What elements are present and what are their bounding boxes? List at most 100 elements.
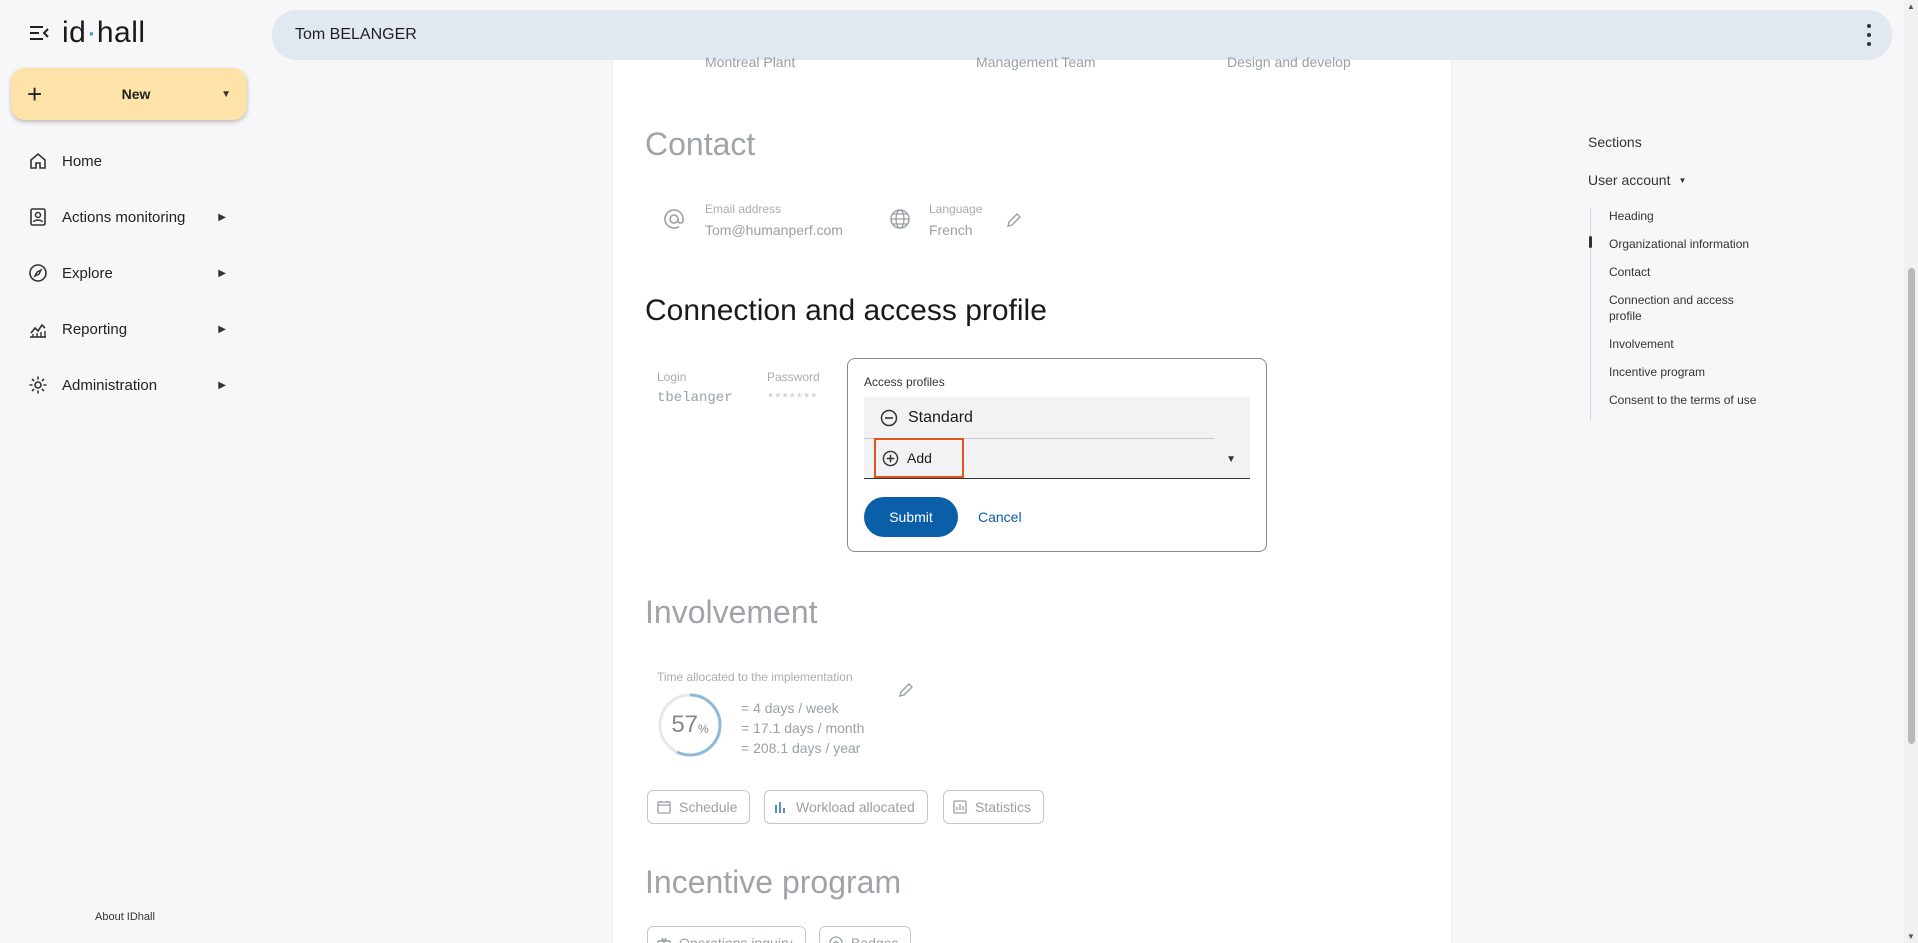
gift-icon bbox=[657, 936, 671, 943]
workload-allocated-label: Workload allocated bbox=[796, 799, 915, 815]
add-profile-label: Add bbox=[907, 450, 932, 466]
sidebar-item-label: Explore bbox=[62, 264, 113, 282]
badges-label: Badges bbox=[851, 935, 899, 943]
percentage-unit: % bbox=[698, 722, 709, 736]
chart-icon bbox=[26, 317, 50, 341]
user-account-dropdown[interactable]: User account ▼ bbox=[1588, 172, 1686, 188]
sidebar-item-label: Administration bbox=[62, 376, 158, 394]
caret-right-icon: ▶ bbox=[218, 211, 226, 223]
schedule-button[interactable]: Schedule bbox=[647, 790, 751, 824]
profile-name: Standard bbox=[908, 409, 973, 426]
incentive-title: Incentive program bbox=[645, 864, 902, 900]
new-button[interactable]: + New ▼ bbox=[11, 68, 247, 120]
sidebar-item-reporting[interactable]: Reporting ▶ bbox=[26, 314, 226, 344]
scroll-down-icon[interactable]: ▼ bbox=[1907, 932, 1915, 941]
operations-inquiry-label: Operations inquiry bbox=[679, 935, 793, 943]
sidebar-item-home[interactable]: Home bbox=[26, 146, 226, 176]
toc-item-consent[interactable]: Consent to the terms of use bbox=[1609, 392, 1766, 408]
workload-allocated-button[interactable]: Workload allocated bbox=[764, 790, 928, 824]
toc-item-incentive-program[interactable]: Incentive program bbox=[1609, 364, 1766, 380]
sidebar-item-label: Actions monitoring bbox=[62, 208, 186, 226]
sections-toc: Heading Organizational information Conta… bbox=[1589, 208, 1766, 420]
sidebar-item-label: Reporting bbox=[62, 320, 128, 338]
badge-icon bbox=[829, 936, 843, 943]
clipboard-user-icon bbox=[26, 205, 50, 229]
more-options-icon[interactable] bbox=[1866, 24, 1872, 46]
compass-icon bbox=[26, 261, 50, 285]
calendar-icon bbox=[657, 800, 671, 814]
toc-item-contact[interactable]: Contact bbox=[1609, 264, 1766, 280]
days-per-year: = 208.1 days / year bbox=[741, 740, 861, 756]
scroll-up-icon[interactable]: ▲ bbox=[1907, 2, 1915, 11]
globe-icon bbox=[889, 208, 911, 235]
edit-language-icon[interactable] bbox=[1006, 212, 1022, 233]
statistics-label: Statistics bbox=[975, 799, 1032, 815]
sidebar-item-explore[interactable]: Explore ▶ bbox=[26, 258, 226, 288]
add-circle-icon bbox=[882, 450, 899, 467]
logo-row: id·hall bbox=[28, 18, 146, 48]
submit-button[interactable]: Submit bbox=[864, 497, 958, 537]
caret-right-icon: ▶ bbox=[218, 323, 226, 335]
home-icon bbox=[26, 149, 50, 173]
caret-right-icon: ▶ bbox=[218, 379, 226, 391]
toc-item-organizational-information[interactable]: Organizational information bbox=[1589, 236, 1766, 252]
password-label: Password bbox=[767, 370, 820, 384]
main-content: Montreal Plant Management Team Design an… bbox=[612, 54, 1452, 943]
language-label: Language bbox=[929, 202, 983, 216]
access-profiles-field: Standard Add ▼ bbox=[864, 397, 1250, 479]
profile-item: Standard bbox=[880, 409, 973, 427]
email-label: Email address bbox=[705, 202, 782, 216]
edit-involvement-icon[interactable] bbox=[898, 682, 914, 703]
at-icon bbox=[663, 208, 685, 235]
sections-panel: Sections User account ▼ Heading Organiza… bbox=[1588, 134, 1768, 420]
days-per-month: = 17.1 days / month bbox=[741, 720, 865, 736]
caret-down-icon: ▼ bbox=[221, 88, 231, 100]
operations-inquiry-button[interactable]: Operations inquiry bbox=[647, 926, 806, 943]
sections-title: Sections bbox=[1588, 134, 1642, 150]
app-logo[interactable]: id·hall bbox=[62, 18, 146, 48]
sidebar-item-administration[interactable]: Administration ▶ bbox=[26, 370, 226, 400]
about-link[interactable]: About IDhall bbox=[95, 911, 155, 923]
access-profiles-editor: Access profiles Standard Add ▼ Submit Ca… bbox=[847, 358, 1267, 552]
time-allocated-label: Time allocated to the implementation bbox=[657, 670, 853, 684]
language-value: French bbox=[929, 222, 973, 238]
login-value: tbelanger bbox=[657, 390, 733, 406]
remove-circle-icon[interactable] bbox=[880, 409, 898, 427]
org-site: Montreal Plant bbox=[705, 54, 796, 70]
password-value: ******* bbox=[767, 392, 818, 406]
scrollbar[interactable]: ▲ ▼ bbox=[1904, 0, 1918, 943]
page-title: Tom BELANGER bbox=[295, 26, 417, 43]
involvement-title: Involvement bbox=[645, 594, 818, 630]
connection-title: Connection and access profile bbox=[645, 294, 1047, 327]
toc-item-involvement[interactable]: Involvement bbox=[1609, 336, 1766, 352]
bar-chart-icon bbox=[774, 800, 788, 814]
login-label: Login bbox=[657, 370, 687, 384]
days-per-week: = 4 days / week bbox=[741, 700, 839, 716]
sidebar: id·hall + New ▼ Home Actions monitoring … bbox=[0, 0, 258, 943]
percentage-number: 57 bbox=[671, 711, 699, 738]
cancel-button[interactable]: Cancel bbox=[978, 509, 1022, 525]
caret-down-icon: ▼ bbox=[1678, 175, 1687, 185]
badges-button[interactable]: Badges bbox=[819, 926, 912, 943]
statistics-button[interactable]: Statistics bbox=[943, 790, 1045, 824]
statistics-icon bbox=[953, 800, 967, 814]
new-button-label: New bbox=[121, 86, 151, 102]
scroll-thumb[interactable] bbox=[1908, 268, 1915, 744]
toc-item-heading[interactable]: Heading bbox=[1609, 208, 1766, 224]
org-team: Management Team bbox=[976, 54, 1096, 70]
header-bar: Tom BELANGER bbox=[272, 10, 1892, 60]
org-role: Design and develop bbox=[1227, 54, 1351, 70]
dropdown-caret-icon[interactable]: ▼ bbox=[1226, 454, 1236, 465]
collapse-menu-icon[interactable] bbox=[28, 22, 50, 44]
gear-icon bbox=[26, 373, 50, 397]
schedule-label: Schedule bbox=[679, 799, 738, 815]
email-value: Tom@humanperf.com bbox=[705, 222, 843, 238]
percentage-value: 57% bbox=[657, 692, 723, 758]
add-profile-button[interactable]: Add bbox=[874, 438, 964, 478]
sidebar-item-actions-monitoring[interactable]: Actions monitoring ▶ bbox=[26, 202, 226, 232]
toc-item-connection[interactable]: Connection and access profile bbox=[1609, 292, 1766, 324]
sidebar-item-label: Home bbox=[62, 152, 103, 170]
contact-title: Contact bbox=[645, 126, 756, 162]
caret-right-icon: ▶ bbox=[218, 267, 226, 279]
access-profiles-label: Access profiles bbox=[864, 375, 945, 389]
